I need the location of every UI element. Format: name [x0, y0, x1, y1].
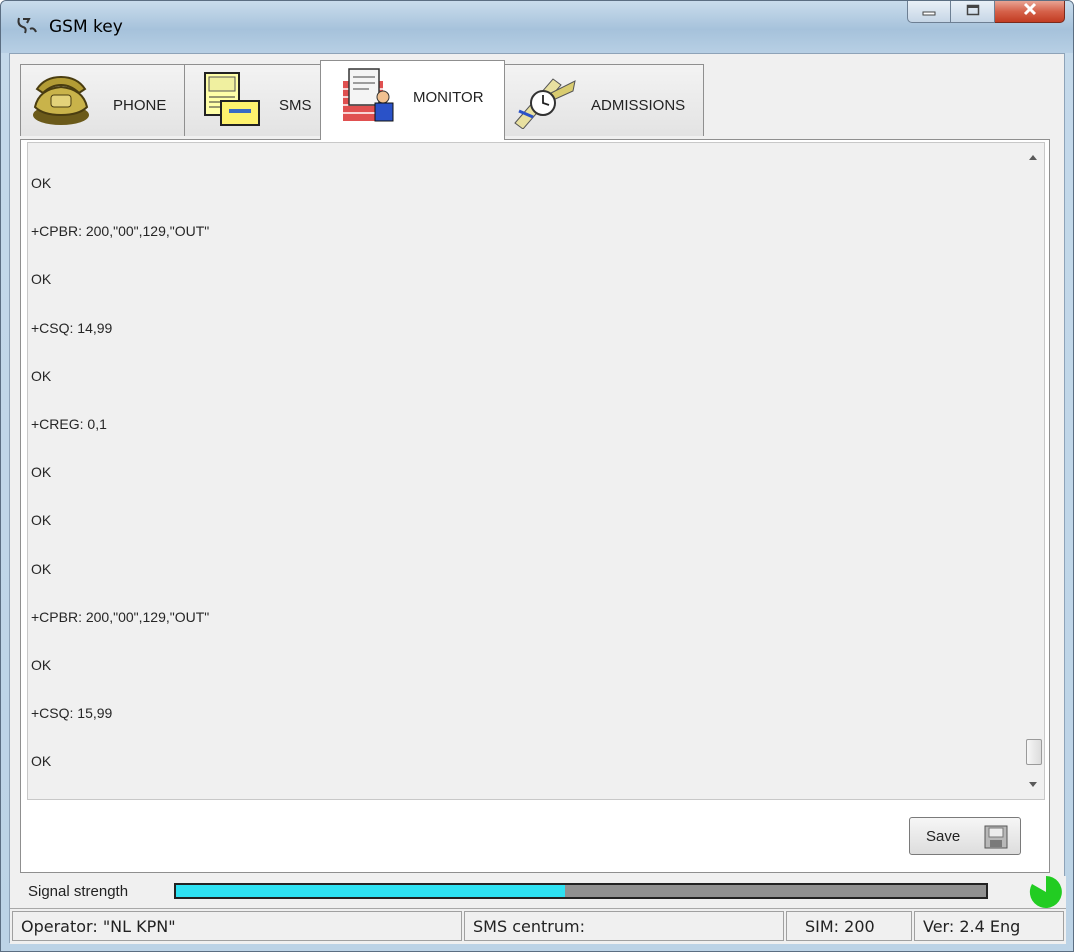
status-sms-centrum: SMS centrum: — [464, 911, 784, 941]
monitor-panel: OK +CPBR: 200,"00",129,"OUT" OK +CSQ: 14,99… — [20, 139, 1050, 873]
vertical-scrollbar[interactable] — [1024, 143, 1044, 799]
status-version: Ver: 2.4 Eng — [914, 911, 1064, 941]
scroll-down-arrow-icon[interactable] — [1029, 782, 1037, 787]
app-window: GSM key PHONE SMS MONITOR ADMISSIONS OK … — [0, 0, 1074, 952]
close-icon — [1022, 2, 1038, 21]
signal-row: Signal strength — [10, 876, 1066, 908]
save-button[interactable]: Save — [909, 817, 1021, 855]
log-line: OK — [31, 175, 52, 191]
scroll-up-arrow-icon[interactable] — [1029, 155, 1037, 160]
signal-strength-bar — [174, 883, 988, 899]
signal-strength-label: Signal strength — [28, 883, 129, 900]
log-line: +CPBR: 200,"00",129,"OUT" — [31, 223, 210, 240]
log-line: +CSQ: 15,99 — [31, 705, 113, 722]
tab-sms-label: SMS — [279, 97, 312, 114]
client-area: PHONE SMS MONITOR ADMISSIONS OK +CPBR: 2… — [9, 53, 1066, 944]
monitor-report-icon — [339, 67, 399, 125]
tab-admissions-label: ADMISSIONS — [591, 97, 686, 114]
sms-letter-icon — [199, 71, 260, 129]
status-bar: Operator: "NL KPN" SMS centrum: SIM: 200… — [10, 908, 1066, 944]
save-button-label: Save — [926, 827, 961, 845]
close-button[interactable] — [995, 1, 1065, 23]
log-line: OK — [31, 271, 52, 288]
log-lines: OK +CPBR: 200,"00",129,"OUT" OK +CSQ: 14,99… — [28, 143, 1024, 799]
app-icon — [15, 15, 39, 39]
status-sim: SIM: 200 — [786, 911, 912, 941]
minimize-button[interactable] — [907, 1, 951, 23]
floppy-disk-icon — [984, 825, 1008, 849]
tab-sms[interactable]: SMS — [184, 64, 323, 136]
log-line: +CSQ: 14,99 — [31, 319, 113, 336]
log-line: OK — [31, 657, 52, 673]
log-line: OK — [31, 753, 52, 770]
signal-indicator-icon — [1028, 874, 1064, 910]
watch-admissions-icon — [513, 71, 576, 130]
minimize-icon — [922, 3, 936, 21]
tab-monitor[interactable]: MONITOR — [320, 60, 505, 140]
log-line: OK — [31, 367, 52, 384]
scroll-thumb[interactable] — [1026, 739, 1042, 765]
telephone-icon — [29, 71, 89, 129]
maximize-button[interactable] — [951, 1, 995, 23]
log-line: +CPBR: 200,"00",129,"OUT" — [31, 608, 210, 625]
monitor-log[interactable]: OK +CPBR: 200,"00",129,"OUT" OK +CSQ: 14,99… — [27, 142, 1045, 800]
log-line: OK — [31, 560, 52, 577]
tab-phone[interactable]: PHONE — [20, 64, 185, 136]
tab-admissions[interactable]: ADMISSIONS — [504, 64, 704, 136]
log-line: OK — [31, 464, 52, 481]
tab-phone-label: PHONE — [113, 97, 167, 114]
tab-monitor-label: MONITOR — [413, 89, 484, 106]
log-line: OK — [31, 512, 52, 529]
status-operator: Operator: "NL KPN" — [12, 911, 462, 941]
window-title: GSM key — [49, 17, 123, 37]
maximize-icon — [966, 3, 980, 21]
log-line: +CREG: 0,1 — [31, 416, 107, 432]
window-controls — [907, 1, 1065, 23]
signal-strength-fill — [176, 885, 565, 897]
title-bar[interactable]: GSM key — [1, 1, 1073, 53]
